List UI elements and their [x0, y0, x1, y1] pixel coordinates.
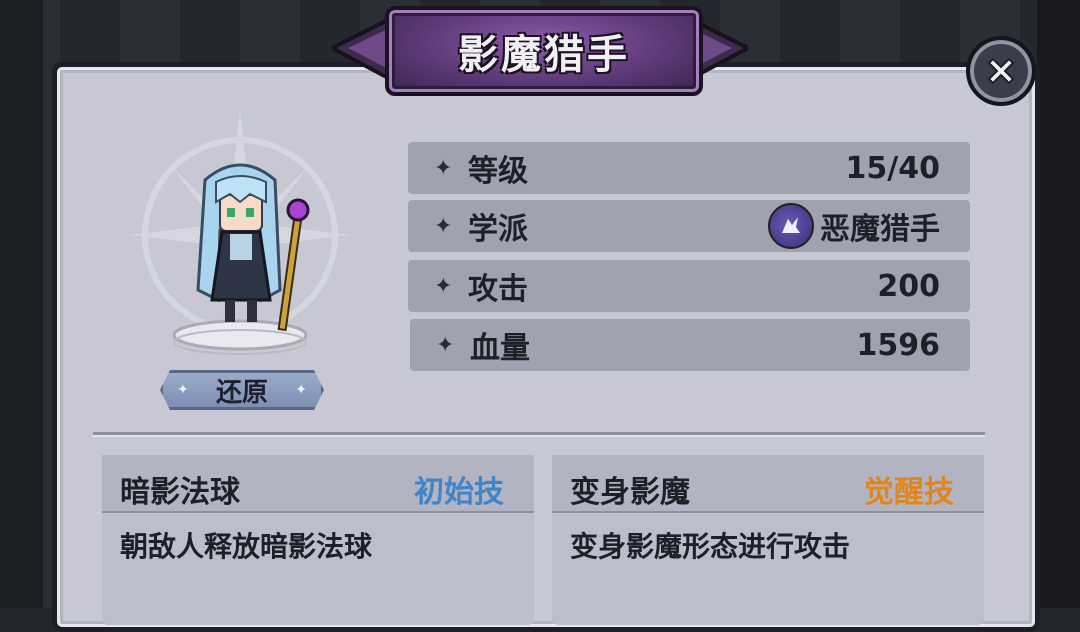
skill-card-awaken[interactable]: 变身影魔 觉醒技 变身影魔形态进行攻击: [552, 455, 984, 625]
skill-description: 朝敌人释放暗影法球: [120, 530, 373, 563]
sparkle-icon: ✦: [295, 382, 307, 398]
stat-row-hp: ✦ 血量 1596: [410, 319, 970, 371]
skill-description: 变身影魔形态进行攻击: [570, 530, 851, 563]
demon-hunter-school-icon: [768, 203, 814, 249]
stat-value: 1596: [856, 327, 941, 363]
stat-row-attack: ✦ 攻击 200: [408, 260, 970, 312]
skill-name: 暗影法球: [120, 475, 240, 510]
close-button[interactable]: [966, 36, 1036, 106]
sparkle-icon: ✦: [177, 382, 189, 398]
stat-label: 血量: [470, 331, 530, 366]
skill-name: 变身影魔: [570, 475, 690, 510]
stat-label: 学派: [468, 212, 528, 247]
stat-value: 恶魔猎手: [820, 212, 940, 247]
stat-value: 15/40: [845, 150, 940, 186]
skill-type-label: 初始技: [414, 475, 504, 510]
stat-value: 200: [877, 268, 940, 304]
restore-button[interactable]: ✦ 还原 ✦: [160, 370, 324, 410]
character-preview: [130, 110, 350, 355]
title-banner: 影魔猎手: [385, 6, 703, 96]
stat-label: 攻击: [468, 272, 528, 307]
star-icon: ✦: [436, 332, 455, 358]
stat-label: 等级: [468, 154, 528, 189]
close-icon: [987, 57, 1015, 85]
skill-card-initial[interactable]: 暗影法球 初始技 朝敌人释放暗影法球: [102, 455, 534, 625]
restore-label: 还原: [215, 377, 268, 408]
page-title: 影魔猎手: [458, 32, 630, 78]
skill-type-label: 觉醒技: [864, 475, 954, 510]
divider: [93, 432, 985, 435]
stat-row-school: ✦ 学派 恶魔猎手: [408, 200, 970, 252]
star-icon: ✦: [434, 155, 453, 181]
star-icon: ✦: [434, 213, 453, 239]
star-icon: ✦: [434, 273, 453, 299]
stat-row-level: ✦ 等级 15/40: [408, 142, 970, 194]
